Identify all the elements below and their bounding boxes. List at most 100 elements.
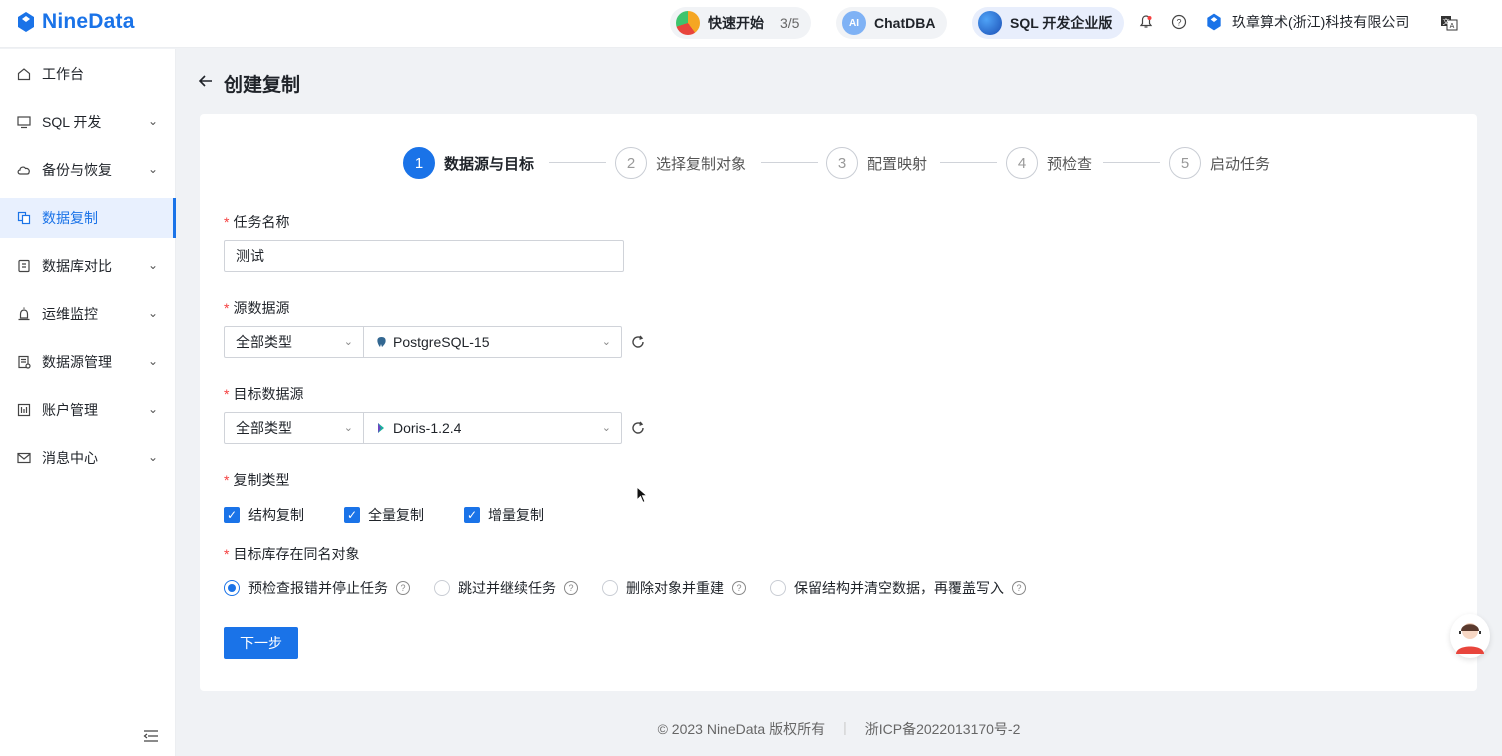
sidebar-item-ops-monitor[interactable]: 运维监控 ⌄	[0, 294, 176, 334]
sidebar-item-backup[interactable]: 备份与恢复 ⌄	[0, 150, 176, 190]
app-name: NineData	[42, 10, 135, 33]
cloud-icon	[16, 162, 32, 178]
radio-dot	[602, 580, 618, 596]
sidebar-item-data-replication[interactable]: 数据复制	[0, 198, 176, 238]
globe-icon	[978, 11, 1002, 35]
step-4: 4 预检查	[1006, 147, 1092, 179]
help-icon[interactable]: ?	[1012, 581, 1026, 595]
help-icon[interactable]: ?	[732, 581, 746, 595]
chevron-down-icon: ⌄	[601, 336, 611, 348]
checkmark-icon: ✓	[464, 507, 480, 523]
sidebar-item-db-compare[interactable]: 数据库对比 ⌄	[0, 246, 176, 286]
step-number: 2	[615, 147, 647, 179]
help-icon[interactable]: ?	[1170, 13, 1188, 31]
help-icon[interactable]: ?	[396, 581, 410, 595]
sidebar-item-sql-dev[interactable]: SQL 开发 ⌄	[0, 102, 176, 142]
notification-bell-icon[interactable]	[1137, 13, 1155, 31]
sidebar-item-label: 运维监控	[42, 306, 98, 322]
copy-type-label: * 复制类型	[224, 472, 290, 488]
structure-copy-checkbox[interactable]: ✓ 结构复制	[224, 505, 304, 525]
task-name-input[interactable]: 测试	[224, 240, 624, 272]
company-switcher[interactable]: 玖章算术(浙江)科技有限公司	[1204, 12, 1409, 32]
home-icon	[16, 66, 32, 82]
form-card: 1 数据源与目标 2 选择复制对象 3 配置映射 4 预检查 5 启动任务 * 任…	[200, 114, 1477, 691]
step-1: 1 数据源与目标	[403, 147, 534, 179]
target-type-select[interactable]: 全部类型 ⌄	[224, 412, 364, 444]
quick-start-label: 快速开始	[708, 15, 764, 31]
step-connector	[940, 162, 997, 163]
radio-drop-rebuild[interactable]: 删除对象并重建 ?	[602, 578, 746, 598]
target-db-value: Doris-1.2.4	[393, 420, 462, 436]
ai-icon: AI	[842, 11, 866, 35]
sidebar-item-datasource[interactable]: 数据源管理 ⌄	[0, 342, 176, 382]
full-copy-checkbox[interactable]: ✓ 全量复制	[344, 505, 424, 525]
radio-keep-truncate[interactable]: 保留结构并清空数据，再覆盖写入 ?	[770, 578, 1026, 598]
step-3: 3 配置映射	[826, 147, 927, 179]
top-bar: NineData 快速开始 3/5 AI ChatDBA SQL 开发企业版 ?…	[0, 0, 1502, 48]
step-number: 3	[826, 147, 858, 179]
source-select-group: 全部类型 ⌄ PostgreSQL-15 ⌄	[224, 326, 622, 358]
chevron-down-icon: ⌄	[601, 422, 611, 434]
refresh-target-icon[interactable]	[628, 418, 648, 438]
radio-label: 保留结构并清空数据，再覆盖写入	[794, 580, 1004, 596]
chevron-down-icon: ⌄	[147, 354, 158, 368]
monitor-icon	[16, 114, 32, 130]
sidebar-item-label: 账户管理	[42, 402, 98, 418]
step-label: 数据源与目标	[444, 155, 535, 173]
target-label: * 目标数据源	[224, 386, 304, 402]
postgresql-icon	[375, 336, 387, 348]
compare-icon	[16, 258, 32, 274]
icp-link[interactable]: 浙ICP备2022013170号-2	[865, 719, 1021, 739]
quick-start-button[interactable]: 快速开始 3/5	[670, 7, 812, 39]
account-icon	[16, 402, 32, 418]
datasource-icon	[16, 354, 32, 370]
svg-text:A: A	[1450, 23, 1455, 30]
copy-icon	[16, 210, 32, 226]
checkbox-label: 增量复制	[488, 507, 544, 523]
chatdba-button[interactable]: AI ChatDBA	[836, 7, 948, 39]
edition-button[interactable]: SQL 开发企业版	[972, 7, 1125, 39]
help-icon[interactable]: ?	[564, 581, 578, 595]
radio-label: 预检查报错并停止任务	[248, 580, 388, 596]
app-logo[interactable]: NineData	[14, 10, 135, 34]
step-connector	[761, 162, 818, 163]
chevron-down-icon: ⌄	[147, 306, 158, 320]
source-label: * 源数据源	[224, 300, 290, 316]
step-label: 启动任务	[1210, 155, 1271, 173]
step-2: 2 选择复制对象	[615, 147, 746, 179]
checkmark-icon: ✓	[344, 507, 360, 523]
language-icon[interactable]: 文A	[1440, 14, 1458, 32]
target-db-select[interactable]: Doris-1.2.4 ⌄	[363, 412, 622, 444]
radio-skip-continue[interactable]: 跳过并继续任务 ?	[434, 578, 578, 598]
step-label: 配置映射	[867, 155, 928, 173]
step-label: 选择复制对象	[656, 155, 747, 173]
sidebar-item-workbench[interactable]: 工作台	[0, 54, 176, 94]
quick-start-icon	[676, 11, 700, 35]
refresh-source-icon[interactable]	[628, 332, 648, 352]
next-step-button[interactable]: 下一步	[224, 627, 298, 659]
back-arrow-icon[interactable]	[198, 73, 214, 95]
chevron-down-icon: ⌄	[147, 402, 158, 416]
checkbox-label: 全量复制	[368, 507, 424, 523]
sidebar-item-label: 工作台	[42, 66, 84, 82]
radio-dot	[770, 580, 786, 596]
incremental-copy-checkbox[interactable]: ✓ 增量复制	[464, 505, 544, 525]
sidebar-item-messages[interactable]: 消息中心 ⌄	[0, 438, 176, 478]
sidebar-item-account[interactable]: 账户管理 ⌄	[0, 390, 176, 430]
sidebar: 工作台 SQL 开发 ⌄ 备份与恢复 ⌄ 数据复制 数据库对比 ⌄ 运维监控 ⌄…	[0, 49, 176, 756]
radio-dot	[224, 580, 240, 596]
source-type-select[interactable]: 全部类型 ⌄	[224, 326, 364, 358]
company-logo-icon	[1207, 13, 1221, 31]
sidebar-item-label: 数据库对比	[42, 258, 112, 274]
step-number: 1	[403, 147, 435, 179]
radio-label: 删除对象并重建	[626, 580, 724, 596]
radio-precheck-stop[interactable]: 预检查报错并停止任务 ?	[224, 578, 410, 598]
footer: © 2023 NineData 版权所有 | 浙ICP备2022013170号-…	[0, 719, 1502, 739]
target-type-value: 全部类型	[236, 420, 292, 436]
source-db-select[interactable]: PostgreSQL-15 ⌄	[363, 326, 622, 358]
radio-label: 跳过并继续任务	[458, 580, 556, 596]
support-avatar[interactable]	[1450, 614, 1490, 658]
target-select-group: 全部类型 ⌄ Doris-1.2.4 ⌄	[224, 412, 622, 444]
alarm-icon	[16, 306, 32, 322]
step-number: 4	[1006, 147, 1038, 179]
